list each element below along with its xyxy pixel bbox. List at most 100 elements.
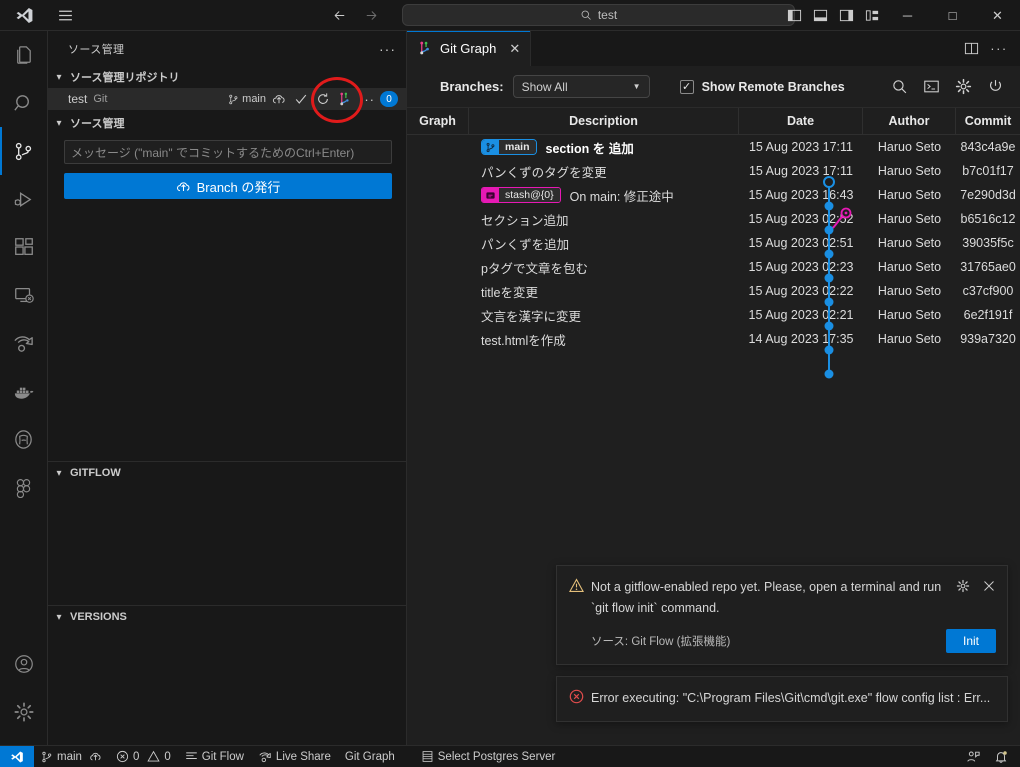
more-actions-icon[interactable]: ··· — [358, 90, 376, 108]
section-header-gitflow[interactable]: ▾ GITFLOW — [48, 462, 407, 484]
column-header-graph[interactable]: Graph — [407, 108, 469, 134]
sidebar-item-postgresql[interactable] — [0, 415, 48, 463]
gear-icon[interactable] — [955, 578, 971, 594]
section-label-gitflow: GITFLOW — [70, 467, 121, 479]
manage-settings-button[interactable] — [0, 688, 48, 736]
more-actions-icon[interactable]: ··· — [987, 37, 1011, 61]
toggle-secondary-sidebar-icon[interactable] — [833, 0, 859, 31]
cell-date: 15 Aug 2023 16:43 — [748, 188, 854, 202]
source-control-sidebar: ソース管理 ··· ▾ ソース管理リポジトリ test Git main ···… — [48, 31, 407, 746]
notification-actions — [955, 577, 997, 620]
search-icon[interactable] — [890, 78, 908, 96]
gear-icon[interactable] — [954, 78, 972, 96]
cell-graph — [407, 231, 469, 255]
status-git-flow[interactable]: Git Flow — [178, 746, 251, 767]
branch-ref-badge[interactable]: main — [481, 139, 537, 155]
toggle-panel-icon[interactable] — [807, 0, 833, 31]
git-graph-icon[interactable] — [336, 90, 354, 108]
cell-graph — [407, 207, 469, 231]
cell-author: Haruo Seto — [877, 332, 942, 346]
database-icon — [421, 750, 434, 763]
files-icon — [12, 44, 35, 67]
section-header-versions[interactable]: ▾ VERSIONS — [48, 606, 407, 628]
sidebar-item-docker[interactable] — [0, 367, 48, 415]
arrow-left-icon[interactable] — [328, 4, 350, 26]
status-postgres[interactable]: Select Postgres Server — [414, 746, 563, 767]
section-header-scm[interactable]: ▾ ソース管理 — [48, 112, 406, 134]
column-header-description[interactable]: Description — [469, 108, 739, 134]
status-feedback[interactable] — [959, 746, 987, 767]
commit-check-icon[interactable] — [292, 90, 310, 108]
branch-indicator[interactable]: main — [228, 93, 266, 105]
accounts-button[interactable] — [0, 640, 48, 688]
maximize-button[interactable]: □ — [930, 0, 975, 31]
refresh-icon[interactable] — [986, 78, 1004, 96]
column-header-author[interactable]: Author — [863, 108, 956, 134]
status-branch[interactable]: main — [34, 746, 109, 767]
terminal-icon[interactable] — [922, 78, 940, 96]
table-row[interactable]: main section を 追加 15 Aug 2023 17:11 Haruo S… — [407, 135, 1020, 159]
init-button[interactable]: Init — [945, 628, 996, 653]
cell-date: 14 Aug 2023 17:35 — [748, 332, 854, 346]
arrow-right-icon[interactable] — [360, 4, 382, 26]
status-git-graph[interactable]: Git Graph — [338, 746, 402, 767]
publish-branch-icon[interactable] — [270, 90, 288, 108]
sidebar-more-actions-icon[interactable]: ··· — [379, 41, 396, 57]
table-row[interactable]: pタグで文章を包む 15 Aug 2023 02:23 Haruo Seto 3176… — [407, 255, 1020, 279]
split-editor-right-icon[interactable] — [959, 37, 983, 61]
status-problems[interactable]: 0 0 — [109, 746, 178, 767]
customize-layout-icon[interactable] — [859, 0, 885, 31]
live-share-icon — [12, 332, 35, 355]
minimize-button[interactable]: ─ — [885, 0, 930, 31]
column-header-date[interactable]: Date — [739, 108, 863, 134]
sidebar-item-source-control[interactable] — [0, 127, 48, 175]
search-input[interactable]: test — [402, 4, 795, 26]
section-gitflow: ▾ GITFLOW — [48, 461, 407, 605]
table-row[interactable]: パンくずのタグを変更 15 Aug 2023 17:11 Haruo Seto b7c… — [407, 159, 1020, 183]
cell-graph — [407, 183, 469, 207]
refresh-icon[interactable] — [314, 90, 332, 108]
sidebar-item-remote-explorer[interactable] — [0, 271, 48, 319]
sidebar-item-figma[interactable] — [0, 463, 48, 511]
hamburger-menu-icon[interactable] — [48, 0, 82, 31]
status-live-share[interactable]: Live Share — [251, 746, 338, 767]
cell-author: Haruo Seto — [877, 236, 942, 250]
remote-window-indicator[interactable] — [0, 745, 34, 767]
column-header-commit[interactable]: Commit — [956, 108, 1020, 134]
repository-row[interactable]: test Git main ··· 0 — [48, 88, 406, 110]
publish-branch-button[interactable]: Branch の発行 — [64, 173, 392, 199]
show-remote-branches-toggle[interactable]: ✓ Show Remote Branches — [679, 79, 845, 94]
publish-branch-label: Branch の発行 — [196, 179, 281, 195]
branches-label: Branches: — [440, 79, 504, 94]
cell-description: titleを変更 — [469, 279, 739, 303]
commit-table: Graph Description Date Author Commit mai… — [407, 108, 1020, 351]
section-header-repositories[interactable]: ▾ ソース管理リポジトリ — [48, 66, 406, 88]
table-row[interactable]: セクション追加 15 Aug 2023 02:52 Haruo Seto b6516c… — [407, 207, 1020, 231]
sidebar-item-explorer[interactable] — [0, 31, 48, 79]
table-row[interactable]: titleを変更 15 Aug 2023 02:22 Haruo Seto c37cf… — [407, 279, 1020, 303]
sidebar-item-run-and-debug[interactable] — [0, 175, 48, 223]
sidebar-item-live-share[interactable] — [0, 319, 48, 367]
repository-actions: main ··· 0 — [228, 90, 398, 108]
sidebar-item-search[interactable] — [0, 79, 48, 127]
commit-description: titleを変更 — [481, 285, 538, 300]
git-graph-toolbar: Branches: Show All ▼ ✓ Show Remote Branc… — [407, 66, 1020, 108]
table-row[interactable]: test.htmlを作成 14 Aug 2023 17:35 Haruo Seto 9… — [407, 327, 1020, 351]
table-row[interactable]: パンくずを追加 15 Aug 2023 02:51 Haruo Seto 39035f… — [407, 231, 1020, 255]
close-icon[interactable]: ✕ — [509, 41, 520, 57]
commit-description: セクション追加 — [481, 213, 569, 228]
table-row[interactable]: 文言を漢字に変更 15 Aug 2023 02:21 Haruo Seto 6e2f1… — [407, 303, 1020, 327]
sidebar-item-extensions[interactable] — [0, 223, 48, 271]
close-icon[interactable] — [981, 578, 997, 594]
toggle-primary-sidebar-icon[interactable] — [781, 0, 807, 31]
cell-graph — [407, 327, 469, 351]
commit-message-input[interactable]: メッセージ ("main" でコミットするためのCtrl+Enter) — [64, 140, 392, 164]
status-notifications[interactable] — [987, 746, 1020, 767]
stash-ref-badge[interactable]: stash@{0} — [481, 187, 561, 203]
table-row[interactable]: stash@{0} On main: 修正途中 15 Aug 2023 16:43 H… — [407, 183, 1020, 207]
close-button[interactable]: ✕ — [975, 0, 1020, 31]
section-label-versions: VERSIONS — [70, 611, 127, 623]
branches-select[interactable]: Show All ▼ — [512, 75, 650, 98]
figma-icon — [13, 477, 34, 498]
tab-git-graph[interactable]: Git Graph ✕ — [407, 31, 532, 66]
